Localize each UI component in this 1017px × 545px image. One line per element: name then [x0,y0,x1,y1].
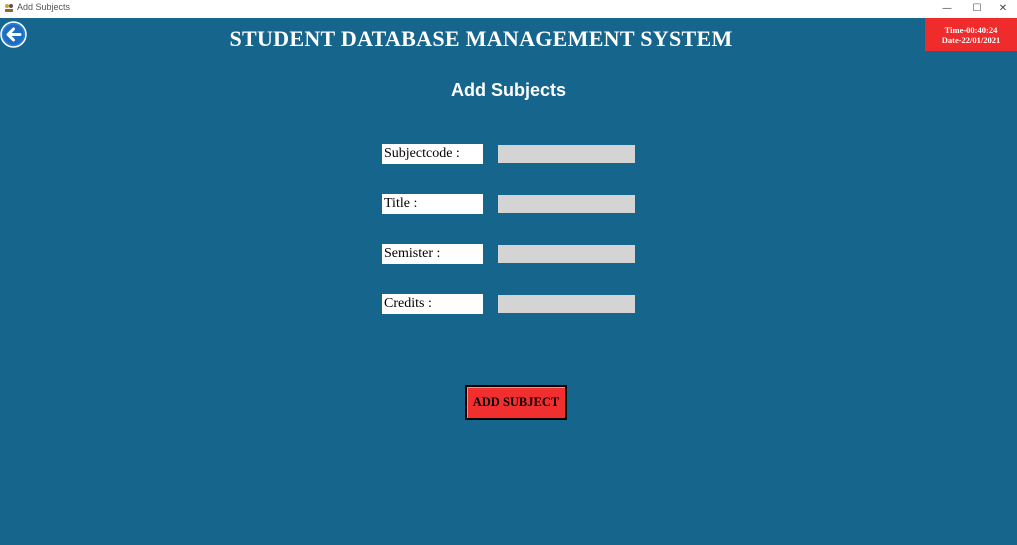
window-title: Add Subjects [17,2,71,12]
title-label: Title : [382,194,483,214]
window-titlebar: Add Subjects — ☐ ✕ [0,0,1017,18]
semister-input[interactable] [498,245,635,263]
minimize-button[interactable]: — [932,0,962,18]
app-title: STUDENT DATABASE MANAGEMENT SYSTEM [229,26,733,51]
subjectcode-input[interactable] [498,145,635,163]
datetime-panel: Time-00:40:24 Date-22/01/2021 [925,18,1017,51]
credits-label: Credits : [382,294,483,314]
title-input[interactable] [498,195,635,213]
app-icon [5,4,13,12]
page-title: Add Subjects [450,80,566,100]
date-display: Date-22/01/2021 [941,35,1001,45]
credits-input[interactable] [498,295,635,313]
subjectcode-label: Subjectcode : [382,144,483,164]
semister-label: Semister : [382,244,483,264]
close-button[interactable]: ✕ [988,0,1017,18]
add-subject-button[interactable]: ADD SUBJECT [465,385,567,420]
time-display: Time-00:40:24 [944,25,998,35]
